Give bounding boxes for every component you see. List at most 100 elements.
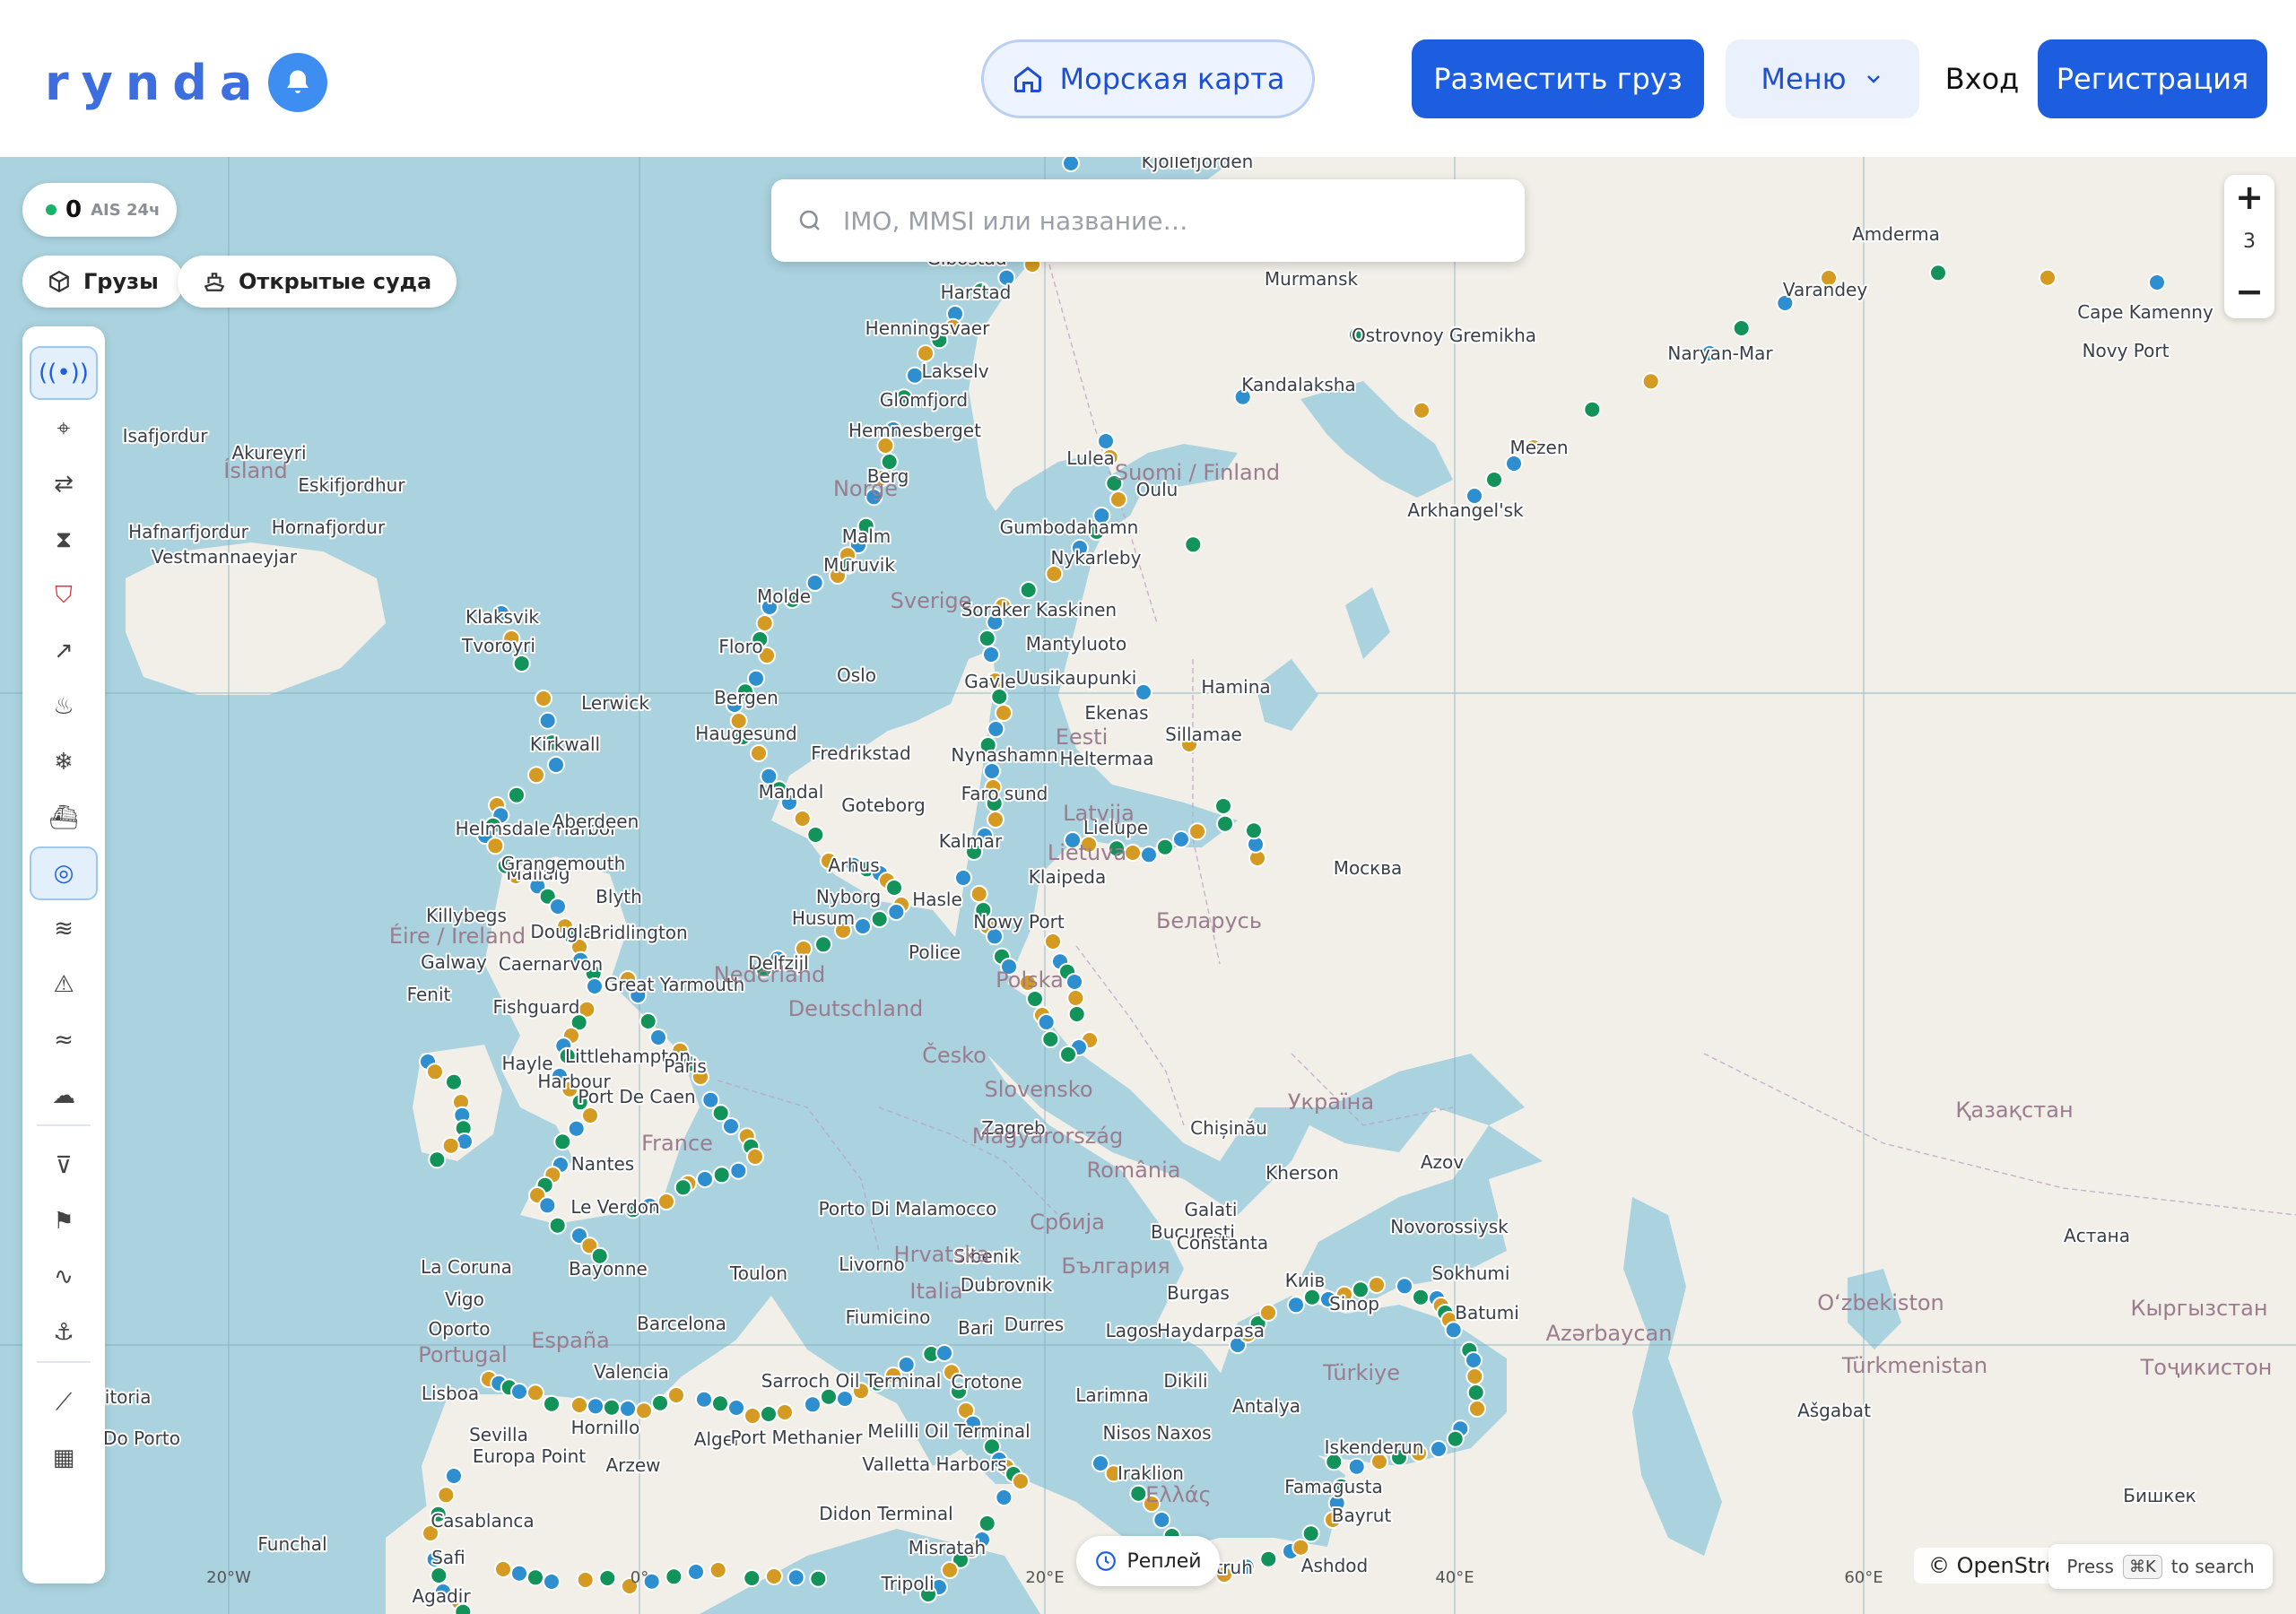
port-marker[interactable] bbox=[587, 1397, 604, 1416]
map-attribution[interactable]: © OpenStreetMap bbox=[1914, 1548, 2063, 1584]
port-marker[interactable] bbox=[543, 1573, 561, 1591]
port-marker[interactable] bbox=[804, 1395, 822, 1414]
port-marker[interactable] bbox=[954, 869, 972, 887]
port-marker[interactable] bbox=[987, 811, 1004, 829]
port-marker[interactable] bbox=[836, 1390, 854, 1408]
port-marker[interactable] bbox=[1135, 683, 1152, 701]
port-marker[interactable] bbox=[854, 917, 872, 935]
rynda-logo[interactable]: rynda bbox=[45, 47, 328, 118]
port-marker[interactable] bbox=[1485, 471, 1503, 489]
port-marker[interactable] bbox=[814, 935, 832, 954]
port-marker[interactable] bbox=[535, 690, 552, 707]
port-marker[interactable] bbox=[776, 1403, 794, 1421]
port-marker[interactable] bbox=[1245, 821, 1263, 840]
port-marker[interactable] bbox=[1216, 814, 1234, 833]
port-marker[interactable] bbox=[538, 1196, 557, 1215]
toolbar-pulse-button[interactable]: ∿ bbox=[30, 1250, 98, 1304]
port-marker[interactable] bbox=[1929, 264, 1947, 282]
port-marker[interactable] bbox=[982, 646, 1000, 664]
port-marker[interactable] bbox=[746, 1148, 764, 1166]
port-marker[interactable] bbox=[1044, 933, 1062, 950]
port-marker[interactable] bbox=[1287, 1296, 1305, 1315]
sea-map[interactable]: Москва Киів Астана Бишкек Ašgabat Chișinău Kjo… bbox=[0, 157, 2296, 1614]
port-marker[interactable] bbox=[510, 1383, 528, 1401]
toolbar-waves-button[interactable]: ≋ bbox=[30, 902, 98, 956]
port-marker[interactable] bbox=[1641, 372, 1660, 391]
port-marker[interactable] bbox=[978, 1514, 996, 1532]
port-marker[interactable] bbox=[2148, 273, 2166, 291]
port-marker[interactable] bbox=[603, 1398, 621, 1417]
port-marker[interactable] bbox=[510, 1564, 528, 1583]
port-marker[interactable] bbox=[870, 910, 889, 928]
post-cargo-button[interactable]: Разместить груз bbox=[1412, 39, 1704, 118]
toolbar-ruler-button[interactable]: ⟋ bbox=[30, 1375, 98, 1429]
port-marker[interactable] bbox=[651, 1393, 669, 1412]
port-marker[interactable] bbox=[586, 977, 604, 995]
port-marker[interactable] bbox=[787, 1568, 805, 1587]
port-marker[interactable] bbox=[543, 1394, 561, 1413]
register-button[interactable]: Регистрация bbox=[2038, 39, 2267, 118]
port-marker[interactable] bbox=[428, 1150, 447, 1169]
port-marker[interactable] bbox=[445, 1072, 463, 1091]
port-marker[interactable] bbox=[486, 837, 505, 855]
port-marker[interactable] bbox=[547, 756, 565, 774]
port-marker[interactable] bbox=[750, 744, 768, 762]
port-marker[interactable] bbox=[441, 1136, 460, 1155]
nav-sea-map-button[interactable]: Морская карта bbox=[981, 39, 1315, 118]
vessel-search-input[interactable] bbox=[841, 204, 1473, 237]
menu-button[interactable]: Меню bbox=[1726, 39, 1919, 118]
port-marker[interactable] bbox=[885, 879, 903, 897]
port-marker[interactable] bbox=[935, 1344, 953, 1362]
port-marker[interactable] bbox=[526, 1384, 544, 1402]
port-marker[interactable] bbox=[1124, 844, 1142, 862]
toolbar-wind-button[interactable]: ≈ bbox=[30, 1013, 98, 1067]
ais-status-badge[interactable]: 0 AIS 24ч bbox=[22, 183, 177, 237]
zoom-in-button[interactable]: + bbox=[2224, 175, 2274, 220]
cargo-chip[interactable]: Грузы bbox=[22, 256, 184, 308]
toolbar-snowflake-button[interactable]: ❄ bbox=[30, 735, 98, 789]
login-link[interactable]: Вход bbox=[1937, 39, 2027, 118]
port-marker[interactable] bbox=[553, 1132, 572, 1151]
port-marker[interactable] bbox=[1152, 1511, 1171, 1529]
port-marker[interactable] bbox=[1446, 1429, 1465, 1448]
port-marker[interactable] bbox=[1444, 1321, 1463, 1340]
toolbar-route-button[interactable]: ⇄ bbox=[30, 457, 98, 511]
port-marker[interactable] bbox=[639, 1012, 657, 1030]
port-marker[interactable] bbox=[1259, 1549, 1278, 1568]
port-marker[interactable] bbox=[917, 344, 935, 362]
port-marker[interactable] bbox=[1026, 990, 1044, 1008]
port-marker[interactable] bbox=[512, 655, 531, 672]
port-marker[interactable] bbox=[548, 1216, 567, 1235]
port-marker[interactable] bbox=[549, 898, 567, 915]
port-marker[interactable] bbox=[1468, 1400, 1486, 1418]
toolbar-hourglass-button[interactable]: ⧗ bbox=[30, 513, 98, 567]
port-marker[interactable] bbox=[727, 1399, 745, 1417]
vessel-search-box[interactable] bbox=[771, 179, 1525, 262]
port-marker[interactable] bbox=[1430, 1440, 1448, 1458]
port-marker[interactable] bbox=[1347, 1457, 1366, 1476]
port-marker[interactable] bbox=[1012, 1472, 1030, 1490]
port-marker[interactable] bbox=[987, 720, 1005, 738]
port-marker[interactable] bbox=[2039, 268, 2057, 287]
port-marker[interactable] bbox=[747, 669, 765, 688]
port-marker[interactable] bbox=[941, 1561, 959, 1579]
port-marker[interactable] bbox=[995, 1488, 1013, 1506]
map-canvas[interactable]: Москва Киів Астана Бишкек Ašgabat Chișinău Kjo… bbox=[0, 157, 2296, 1614]
port-marker[interactable] bbox=[709, 1561, 727, 1579]
port-marker[interactable] bbox=[426, 1063, 444, 1081]
port-marker[interactable] bbox=[995, 704, 1013, 722]
port-marker[interactable] bbox=[494, 1560, 512, 1578]
port-marker[interactable] bbox=[1109, 490, 1127, 508]
port-marker[interactable] bbox=[760, 1405, 778, 1423]
port-marker[interactable] bbox=[1066, 989, 1085, 1007]
port-marker[interactable] bbox=[1301, 1524, 1320, 1543]
port-marker[interactable] bbox=[712, 1166, 731, 1184]
port-marker[interactable] bbox=[806, 826, 825, 844]
port-marker[interactable] bbox=[744, 1407, 761, 1425]
port-marker[interactable] bbox=[598, 1569, 617, 1587]
toolbar-filter-button[interactable]: ⊽ bbox=[30, 1139, 98, 1193]
port-marker[interactable] bbox=[430, 1566, 448, 1584]
open-vessels-chip[interactable]: Открытые суда bbox=[178, 256, 457, 308]
port-marker[interactable] bbox=[1140, 846, 1158, 864]
port-marker[interactable] bbox=[665, 1567, 683, 1586]
